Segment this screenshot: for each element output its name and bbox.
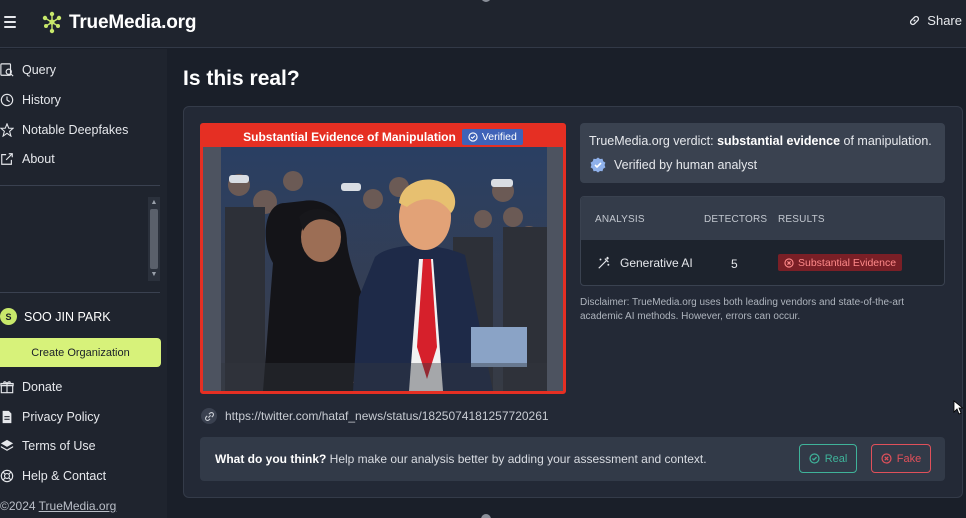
sidebar-item-donate[interactable]: Donate bbox=[0, 376, 62, 398]
sidebar-scroll-thumb[interactable] bbox=[150, 209, 158, 269]
verdict-prefix: TrueMedia.org verdict: bbox=[589, 134, 718, 148]
layers-icon bbox=[0, 439, 14, 451]
sidebar-item-label: History bbox=[22, 93, 61, 107]
feedback-text: What do you think? Help make our analysi… bbox=[215, 452, 707, 466]
human-verified-row: Verified by human analyst bbox=[590, 157, 757, 173]
sidebar-item-label: About bbox=[22, 152, 55, 166]
link-icon-wrap bbox=[201, 408, 217, 424]
sidebar-item-label: Help & Contact bbox=[22, 469, 107, 483]
feedback-question: What do you think? bbox=[215, 452, 327, 466]
user-profile[interactable]: S SOO JIN PARK bbox=[0, 308, 111, 325]
real-button[interactable]: Real bbox=[799, 444, 857, 473]
human-verified-label: Verified by human analyst bbox=[614, 158, 758, 172]
verified-badge: Verified bbox=[461, 128, 523, 145]
share-label: Share bbox=[927, 13, 962, 28]
sidebar-item-label: Query bbox=[22, 63, 57, 77]
query-icon bbox=[0, 63, 14, 77]
analysis-table: ANALYSIS DETECTORS RESULTS Generative AI… bbox=[580, 196, 945, 286]
verdict-suffix: of manipulation. bbox=[840, 134, 932, 148]
verdict-strong: substantial evidence bbox=[717, 134, 841, 148]
mouse-cursor-icon bbox=[953, 400, 963, 415]
clock-icon bbox=[0, 93, 14, 107]
verdict-text: TrueMedia.org verdict: substantial evide… bbox=[589, 134, 932, 148]
share-button[interactable]: Share bbox=[908, 13, 962, 28]
verified-badge-icon bbox=[590, 157, 606, 173]
sidebar-item-label: Privacy Policy bbox=[22, 410, 100, 424]
check-circle-icon bbox=[468, 131, 478, 142]
result-label: Substantial Evidence bbox=[798, 256, 897, 269]
copyright-link[interactable]: TrueMedia.org bbox=[39, 499, 117, 513]
fake-button[interactable]: Fake bbox=[871, 444, 931, 473]
external-link-icon bbox=[1, 153, 13, 165]
hamburger-menu-icon[interactable] bbox=[4, 13, 20, 33]
feedback-panel: What do you think? Help make our analysi… bbox=[200, 437, 945, 481]
document-icon bbox=[2, 410, 12, 424]
column-header-analysis: ANALYSIS bbox=[595, 214, 645, 225]
logo[interactable]: TrueMedia.org bbox=[40, 10, 196, 36]
lifebuoy-icon bbox=[0, 469, 14, 483]
analysis-name-cell: Generative AI bbox=[597, 256, 693, 270]
copyright-text: ©2024 bbox=[0, 499, 39, 513]
media-illustration bbox=[203, 147, 563, 391]
column-header-detectors: DETECTORS bbox=[704, 214, 768, 225]
sidebar-item-terms-of-use[interactable]: Terms of Use bbox=[0, 435, 96, 457]
analysis-table-header: ANALYSIS DETECTORS RESULTS bbox=[581, 197, 944, 240]
user-name: SOO JIN PARK bbox=[24, 309, 111, 324]
page-title: Is this real? bbox=[183, 67, 300, 90]
create-organization-button[interactable]: Create Organization bbox=[0, 338, 161, 367]
table-row[interactable]: Generative AI 5 Substantial Evidence bbox=[581, 240, 944, 285]
sidebar-divider bbox=[0, 185, 160, 186]
sidebar-item-history[interactable]: History bbox=[0, 89, 61, 111]
column-header-results: RESULTS bbox=[778, 214, 825, 225]
sidebar-item-notable-deepfakes[interactable]: Notable Deepfakes bbox=[0, 119, 128, 141]
sidebar-item-about[interactable]: About bbox=[0, 148, 55, 170]
manipulation-label: Substantial Evidence of Manipulation bbox=[243, 129, 456, 144]
link-icon bbox=[204, 411, 214, 421]
scroll-up-arrow-icon[interactable]: ▲ bbox=[150, 199, 158, 207]
bottom-scroll-indicator bbox=[481, 514, 491, 518]
scroll-down-arrow-icon[interactable]: ▼ bbox=[150, 271, 158, 279]
real-label: Real bbox=[824, 452, 848, 465]
sidebar-divider bbox=[0, 292, 160, 293]
magic-wand-icon bbox=[598, 256, 610, 269]
verdict-panel: TrueMedia.org verdict: substantial evide… bbox=[580, 123, 945, 183]
sidebar-item-label: Notable Deepfakes bbox=[22, 123, 129, 137]
source-url-row[interactable]: https://twitter.com/hataf_news/status/18… bbox=[201, 408, 549, 424]
logo-text: TrueMedia.org bbox=[69, 12, 197, 33]
link-icon bbox=[910, 16, 920, 25]
sidebar-item-label: Terms of Use bbox=[22, 439, 96, 453]
x-circle-icon bbox=[784, 257, 794, 268]
star-icon bbox=[0, 123, 14, 137]
sidebar: Query History Notable Deepfakes About ▲ … bbox=[0, 49, 167, 518]
fake-label: Fake bbox=[896, 452, 922, 465]
x-circle-icon bbox=[881, 453, 892, 464]
sidebar-item-privacy-policy[interactable]: Privacy Policy bbox=[0, 406, 100, 428]
sidebar-item-label: Donate bbox=[22, 380, 63, 394]
manipulation-banner: Substantial Evidence of Manipulation Ver… bbox=[203, 126, 563, 147]
sidebar-item-query[interactable]: Query bbox=[0, 59, 56, 81]
copyright: ©2024 TrueMedia.org bbox=[0, 499, 116, 513]
gift-icon bbox=[0, 381, 14, 394]
feedback-prompt: Help make our analysis better by adding … bbox=[326, 452, 707, 466]
analyzed-image bbox=[203, 147, 563, 391]
avatar: S bbox=[0, 308, 17, 325]
result-badge: Substantial Evidence bbox=[778, 254, 903, 271]
logo-mark-icon bbox=[42, 11, 62, 34]
media-preview: Substantial Evidence of Manipulation Ver… bbox=[200, 123, 566, 394]
check-circle-icon bbox=[809, 453, 820, 464]
analysis-name: Generative AI bbox=[620, 256, 693, 270]
detector-count: 5 bbox=[731, 257, 738, 271]
verified-label: Verified bbox=[481, 130, 517, 143]
top-scroll-indicator bbox=[481, 0, 491, 2]
top-bar: TrueMedia.org Share bbox=[0, 0, 966, 48]
sidebar-item-help-contact[interactable]: Help & Contact bbox=[0, 465, 106, 487]
source-url[interactable]: https://twitter.com/hataf_news/status/18… bbox=[225, 409, 549, 423]
disclaimer: Disclaimer: TrueMedia.org uses both lead… bbox=[580, 297, 905, 322]
